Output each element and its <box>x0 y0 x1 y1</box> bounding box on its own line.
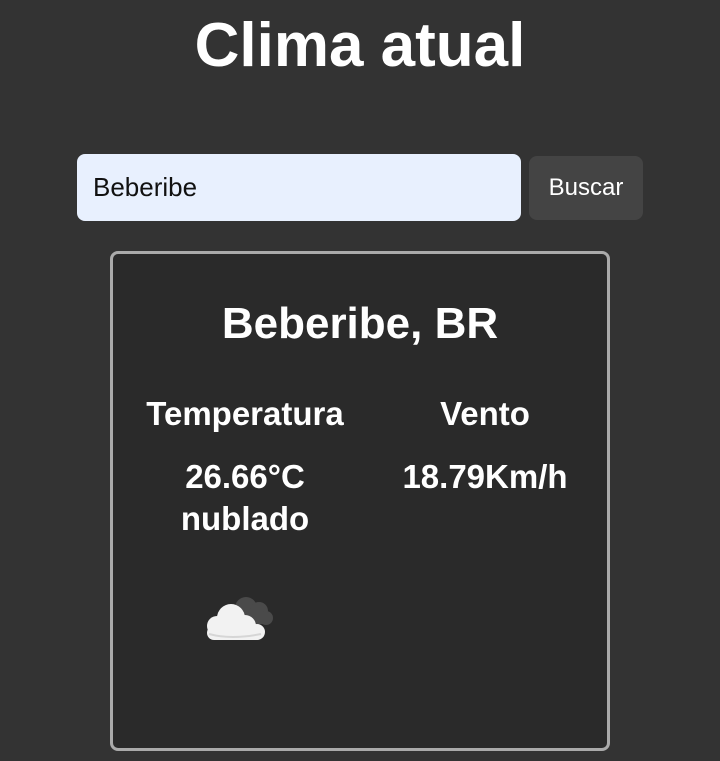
temperature-label: Temperatura <box>146 395 344 432</box>
wind-value: 18.79Km/h <box>402 458 568 495</box>
cloud-icon <box>207 597 273 640</box>
wind-label: Vento <box>440 395 530 432</box>
wind-column: Vento 18.79Km/h <box>375 392 595 498</box>
page-title: Clima atual <box>194 11 526 80</box>
search-button[interactable]: Buscar <box>529 155 643 220</box>
weather-condition: nublado <box>180 500 310 537</box>
search-input[interactable] <box>77 154 521 221</box>
city-name: Beberibe, BR <box>221 299 499 348</box>
weather-card: Beberibe, BR Temperatura 26.66°C nublado… <box>110 251 610 751</box>
temperature-column: Temperatura 26.66°C nublado <box>125 392 365 540</box>
search-bar: Buscar <box>77 154 643 221</box>
temperature-value: 26.66°C <box>185 458 305 495</box>
